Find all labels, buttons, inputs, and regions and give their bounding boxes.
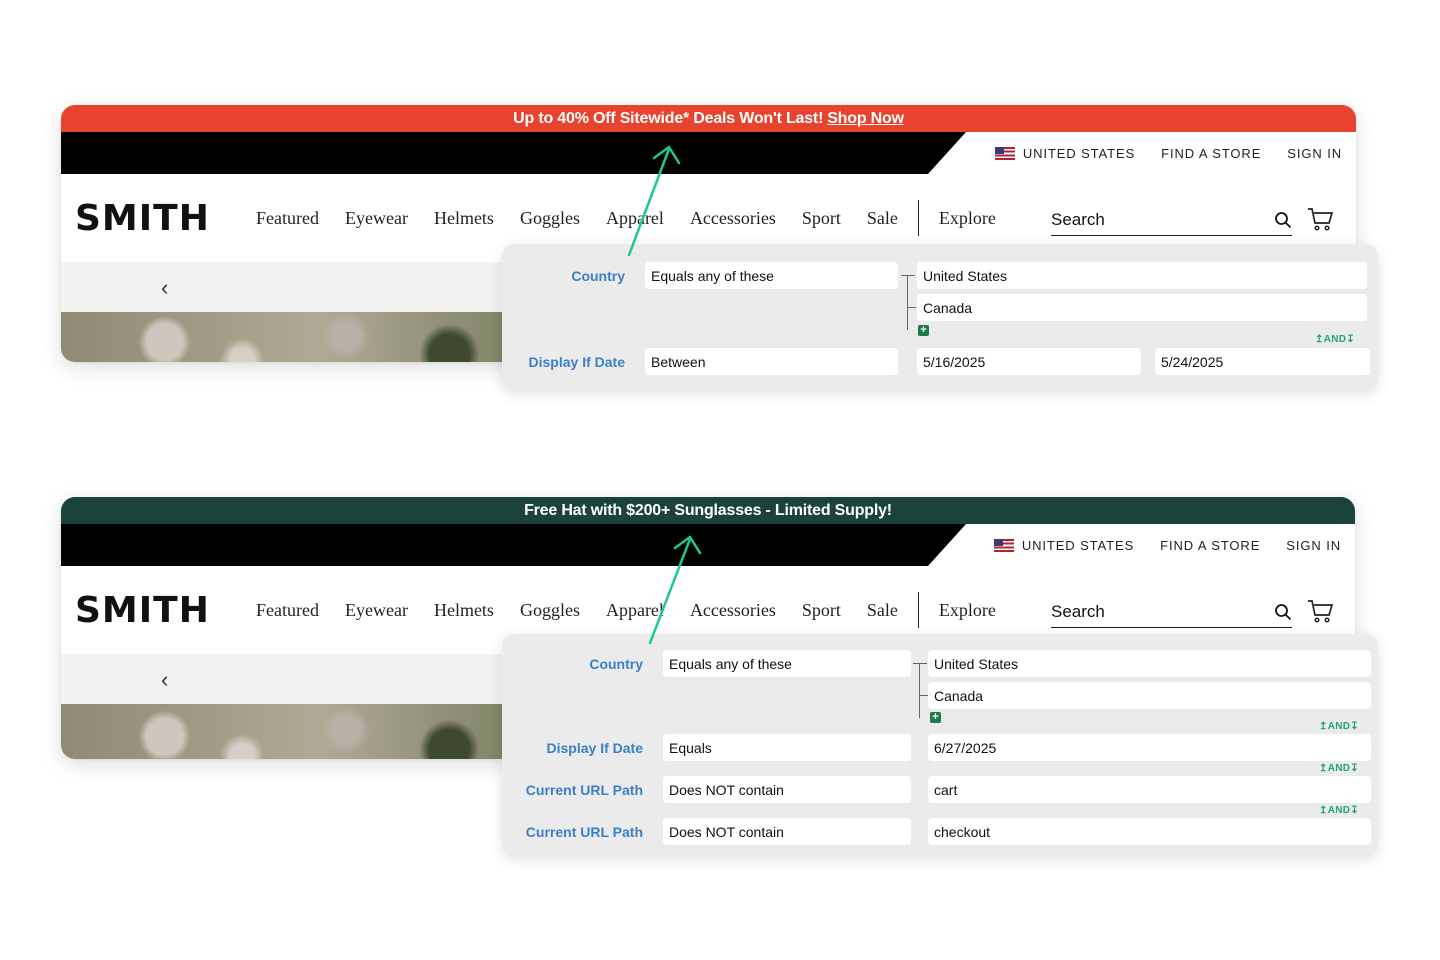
callout-arrow-1 xyxy=(627,145,681,257)
callout-arrows xyxy=(627,145,702,645)
stage: Up to 40% Off Sitewide* Deals Won't Last… xyxy=(0,0,1440,960)
callout-arrow-2 xyxy=(648,535,702,645)
